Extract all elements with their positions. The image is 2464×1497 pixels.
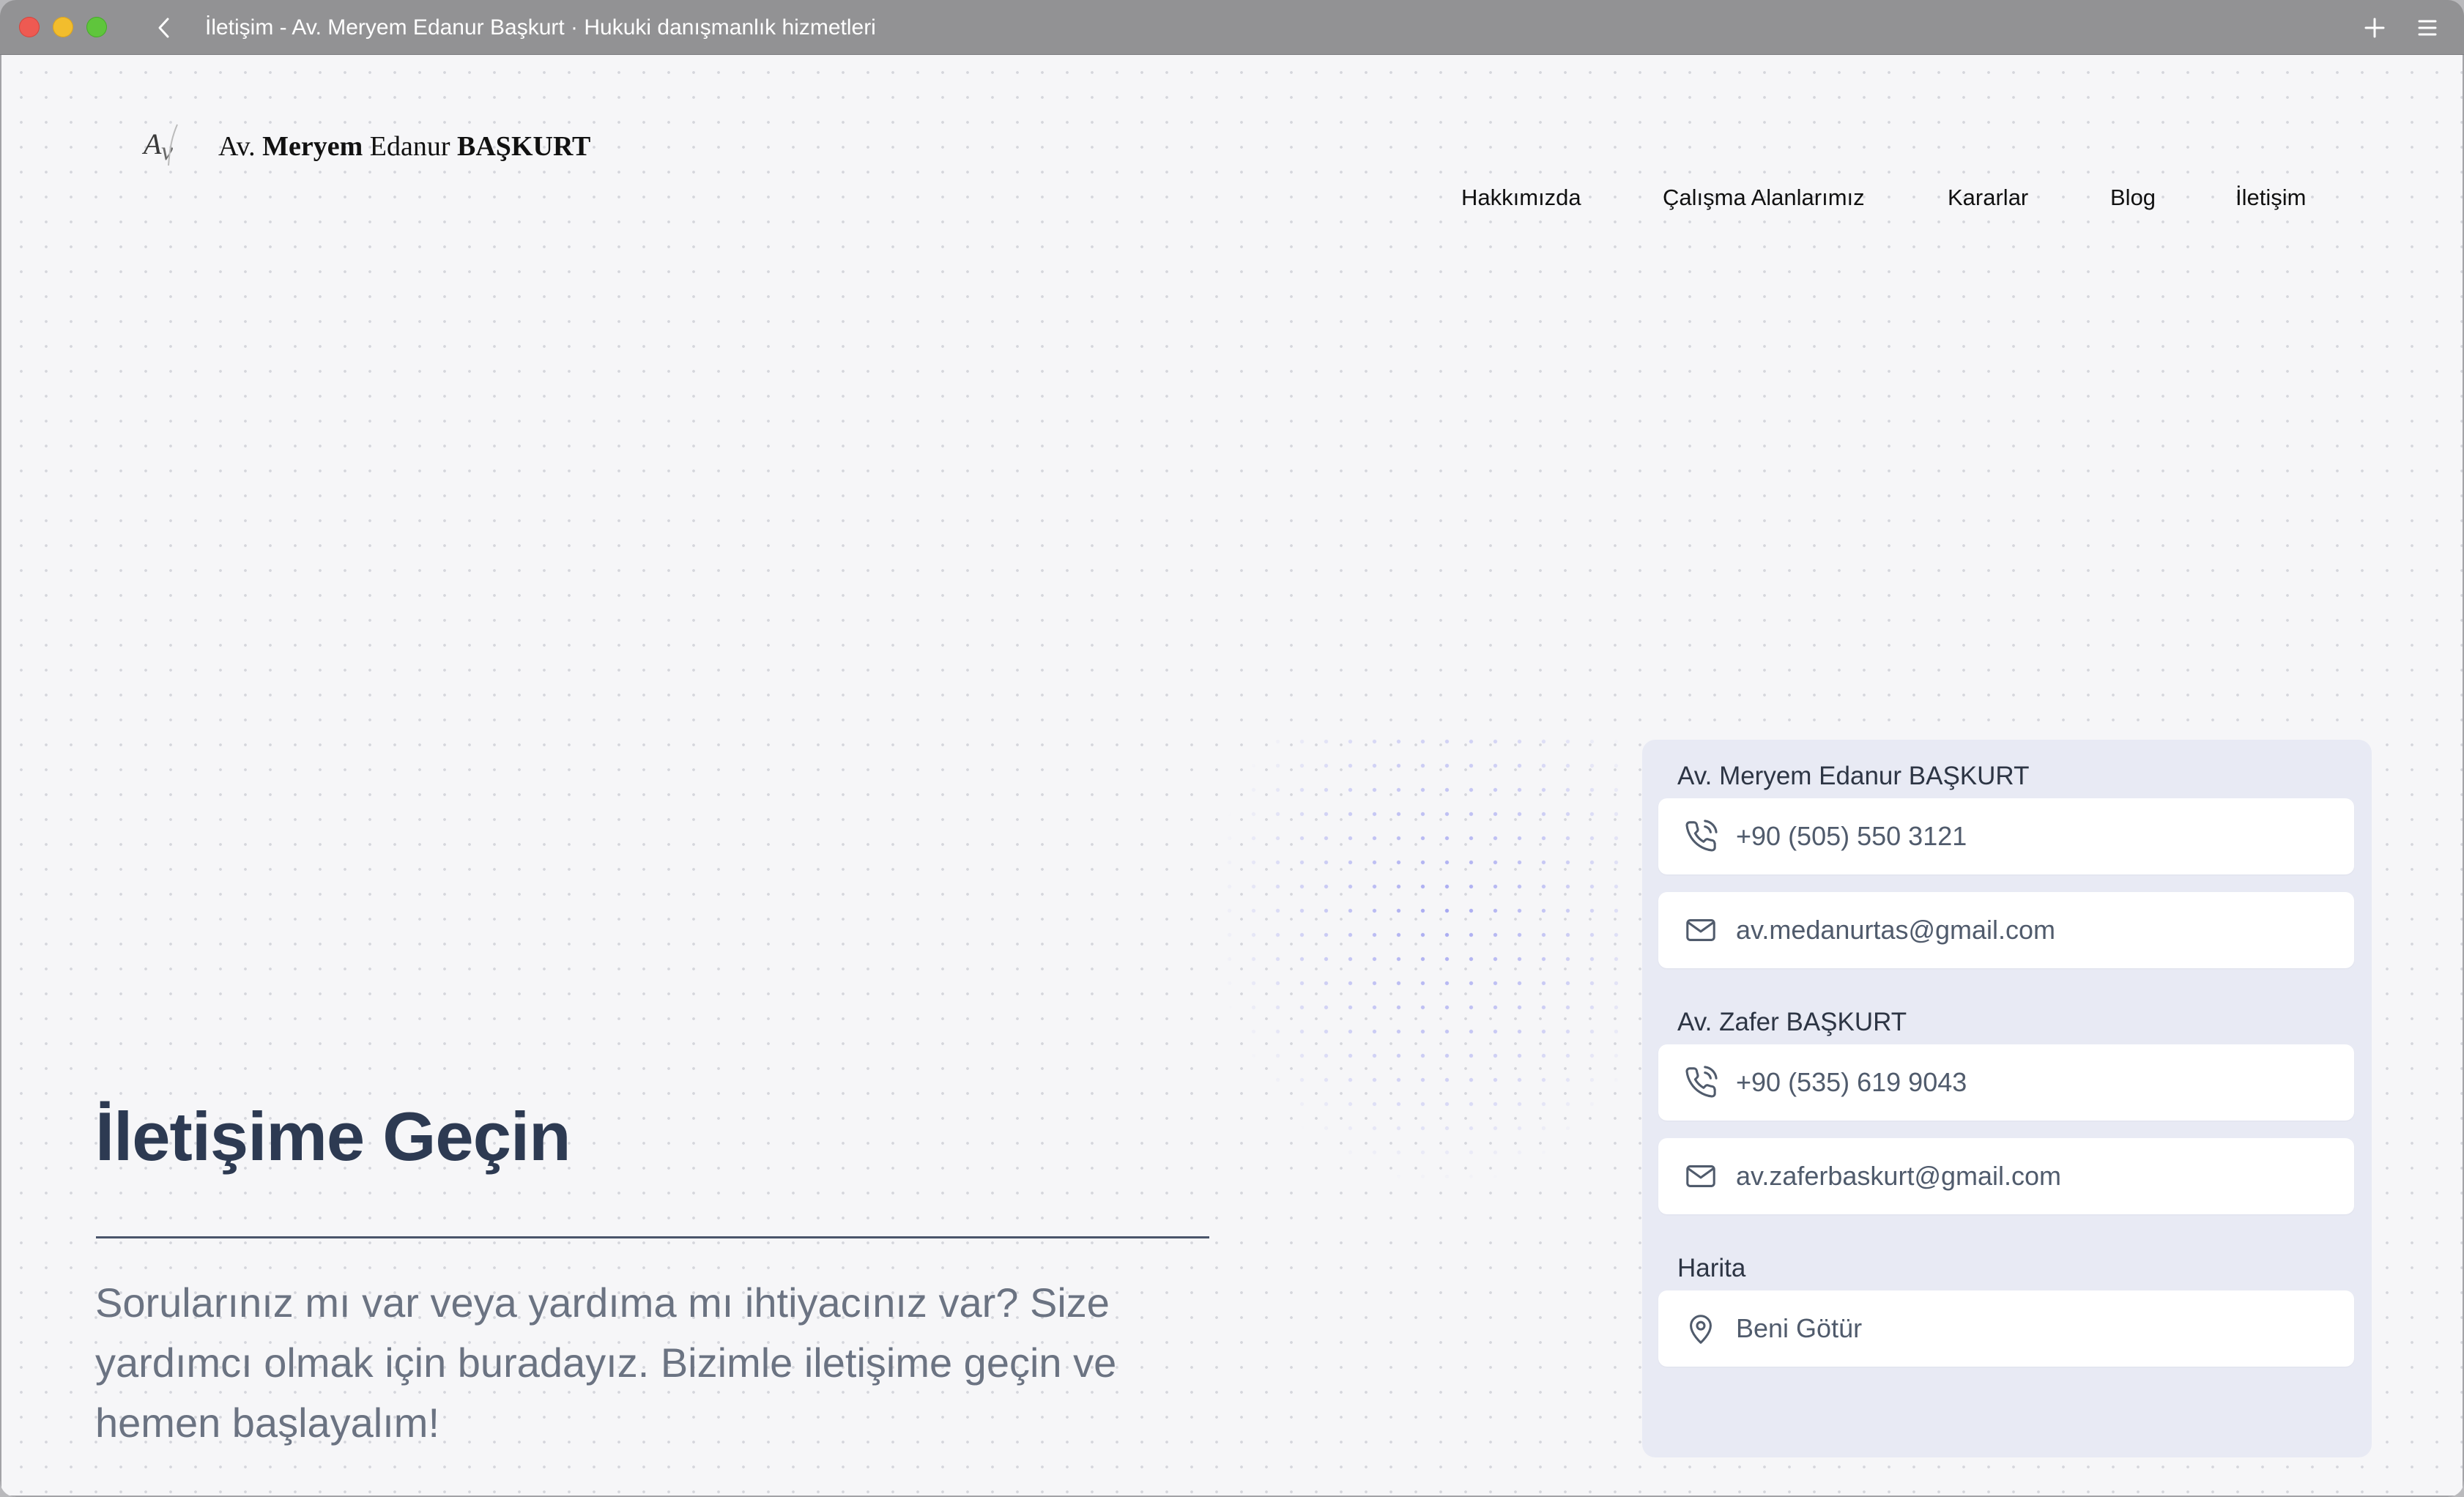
logo-middle-name: Edanur (369, 131, 450, 162)
phone-link[interactable]: +90 (505) 550 3121 (1658, 798, 2354, 874)
chevron-left-icon (158, 18, 169, 38)
contact-name: Av. Zafer BAŞKURT (1677, 1008, 1907, 1036)
email-link[interactable]: av.medanurtas@gmail.com (1658, 892, 2354, 968)
intro-text: Sorularınız mı var veya yardıma mı ihtiy… (95, 1279, 1117, 1446)
svg-text:v: v (161, 136, 173, 166)
map-pin-icon (1680, 1308, 1721, 1349)
zoom-window-button[interactable] (86, 17, 107, 37)
hamburger-icon (2418, 20, 2437, 36)
close-window-button[interactable] (19, 17, 40, 37)
mail-icon (1680, 910, 1721, 951)
logo-last-name: BAŞKURT (457, 131, 591, 162)
title-divider (96, 1236, 1209, 1238)
minimize-window-button[interactable] (53, 17, 73, 37)
menu-button[interactable] (2413, 13, 2442, 42)
phone-number: +90 (535) 619 9043 (1736, 1067, 1967, 1097)
email-link[interactable]: av.zaferbaskurt@gmail.com (1658, 1138, 2354, 1214)
phone-link[interactable]: +90 (535) 619 9043 (1658, 1044, 2354, 1121)
contact-card: Av. Meryem Edanur BAŞKURT +90 (505) 550 … (1642, 740, 2372, 1457)
email-address: av.medanurtas@gmail.com (1736, 915, 2056, 945)
svg-text:A: A (141, 127, 162, 160)
nav-item-hakkimizda[interactable]: Hakkımızda (1461, 185, 1581, 211)
nav-item-calisma-alanlarimiz[interactable]: Çalışma Alanlarımız (1663, 185, 1865, 211)
logo-first-name: Meryem (262, 131, 363, 162)
phone-icon (1680, 1062, 1721, 1103)
site-logo[interactable]: A v Av. Meryem Edanur BAŞKURT (141, 120, 590, 173)
back-button[interactable] (151, 13, 177, 42)
page-title: İletişime Geçin (95, 1098, 571, 1175)
browser-window: İletişim - Av. Meryem Edanur Başkurt · H… (0, 0, 2464, 1497)
page-content: A v Av. Meryem Edanur BAŞKURT Hakkımızda… (1, 56, 2463, 1496)
phone-number: +90 (505) 550 3121 (1736, 821, 1967, 851)
nav-item-kararlar[interactable]: Kararlar (1948, 185, 2028, 211)
contact-name: Av. Meryem Edanur BAŞKURT (1677, 762, 2030, 790)
logo-monogram-icon: A v (141, 120, 193, 173)
decorative-dot-pattern (1217, 729, 1628, 1184)
mail-icon (1680, 1156, 1721, 1197)
logo-prefix: Av. (218, 131, 256, 162)
title-bar: İletişim - Av. Meryem Edanur Başkurt · H… (0, 0, 2464, 55)
email-address: av.zaferbaskurt@gmail.com (1736, 1161, 2062, 1191)
logo-text: Av. Meryem Edanur BAŞKURT (218, 130, 590, 163)
nav-item-iletisim[interactable]: İletişim (2235, 185, 2306, 211)
plus-icon (2364, 18, 2385, 38)
map-directions-link[interactable]: Beni Götür (1658, 1290, 2354, 1367)
map-link-label: Beni Götür (1736, 1313, 1863, 1343)
new-tab-button[interactable] (2360, 13, 2389, 42)
page-tab-title: İletişim - Av. Meryem Edanur Başkurt · H… (205, 15, 876, 40)
map-label: Harita (1677, 1254, 1746, 1282)
phone-icon (1680, 816, 1721, 857)
nav-item-blog[interactable]: Blog (2110, 185, 2156, 211)
